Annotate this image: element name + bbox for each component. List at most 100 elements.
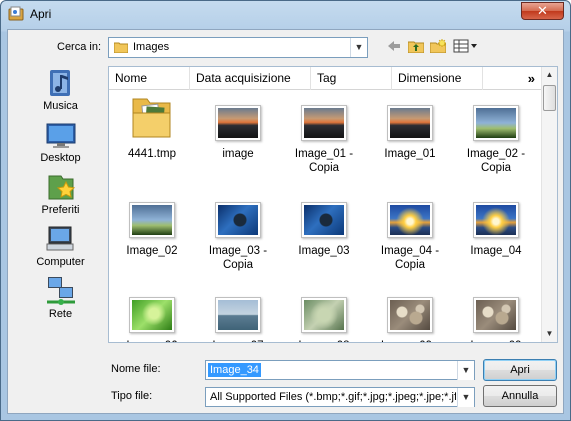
thumbnail xyxy=(215,297,261,333)
file-list[interactable]: Nome Data acquisizione Tag Dimensione » … xyxy=(108,66,558,343)
place-desktop[interactable]: Desktop xyxy=(15,118,106,170)
image-preview xyxy=(390,108,430,138)
file-item[interactable]: Image_03 - Copia xyxy=(195,190,281,290)
image-preview xyxy=(218,205,258,235)
up-folder-icon[interactable] xyxy=(407,39,425,57)
filetype-value: All Supported Files (*.bmp;*.gif;*.jpg;*… xyxy=(210,391,456,403)
file-item[interactable]: Image_04 - Copia xyxy=(367,190,453,290)
image-preview xyxy=(390,300,430,330)
thumbnail xyxy=(129,202,175,238)
desktop-icon xyxy=(46,123,75,148)
column-date[interactable]: Data acquisizione xyxy=(190,67,311,90)
place-label: Preferiti xyxy=(41,204,80,216)
file-item[interactable]: Image_02 - Copia xyxy=(453,93,539,193)
scroll-thumb[interactable] xyxy=(543,85,556,111)
window-title: Apri xyxy=(30,7,52,21)
thumbnail xyxy=(473,202,519,238)
close-button[interactable]: ✕ xyxy=(521,2,564,20)
file-item[interactable]: 4441.tmp xyxy=(109,93,195,193)
image-preview xyxy=(304,108,344,138)
file-item[interactable]: image xyxy=(195,93,281,193)
image-preview xyxy=(132,300,172,330)
place-computer[interactable]: Computer xyxy=(15,222,106,274)
file-item[interactable]: Image_03 xyxy=(281,190,367,290)
view-menu-icon[interactable] xyxy=(453,39,479,57)
thumbnail xyxy=(129,297,175,333)
file-name: Image_02 xyxy=(126,245,178,257)
cancel-button[interactable]: Annulla xyxy=(483,385,557,407)
title-bar[interactable]: Apri ✕ xyxy=(1,1,570,29)
file-item[interactable]: Image_01 xyxy=(367,93,453,193)
file-item[interactable]: Image_04 xyxy=(453,190,539,290)
scroll-down-icon[interactable]: ▼ xyxy=(542,326,557,342)
column-name[interactable]: Nome xyxy=(109,67,190,90)
filename-label: Nome file: xyxy=(111,363,161,375)
thumbnail xyxy=(301,105,347,141)
vertical-scrollbar[interactable]: ▲ ▼ xyxy=(541,67,557,342)
file-name: Image_03 xyxy=(298,245,350,257)
thumbnail xyxy=(473,297,519,333)
file-name: Image_03 - Copia xyxy=(208,245,268,271)
place-rete[interactable]: Rete xyxy=(15,274,106,326)
filetype-dropdown[interactable]: All Supported Files (*.bmp;*.gif;*.jpg;*… xyxy=(205,387,475,407)
filename-value[interactable]: Image_34 xyxy=(208,363,261,377)
file-name: Image_04 - Copia xyxy=(380,245,440,271)
place-musica[interactable]: Musica xyxy=(15,66,106,118)
place-label: Musica xyxy=(43,100,78,112)
column-tag[interactable]: Tag xyxy=(311,67,392,90)
file-item[interactable]: Image_01 - Copia xyxy=(281,93,367,193)
image-preview xyxy=(218,300,258,330)
place-preferiti[interactable]: Preferiti xyxy=(15,170,106,222)
file-name: Image_07 xyxy=(195,339,281,342)
file-name: Image_06 xyxy=(109,339,195,342)
more-columns-icon[interactable]: » xyxy=(528,71,535,86)
file-item[interactable]: Image_07 xyxy=(195,285,281,342)
thumbnail xyxy=(301,202,347,238)
image-preview xyxy=(304,205,344,235)
image-preview xyxy=(476,205,516,235)
file-item[interactable]: Image_02 xyxy=(109,190,195,290)
app-icon xyxy=(8,6,24,22)
dialog-body: Cerca in: Images ▼ Musica Desktop Prefer… xyxy=(7,29,564,414)
thumbnail xyxy=(387,202,433,238)
filename-input[interactable]: Image_34 ▼ xyxy=(205,360,475,380)
place-label: Rete xyxy=(48,308,73,320)
file-name: Image_04 xyxy=(470,245,522,257)
back-icon[interactable] xyxy=(386,39,402,57)
chevron-down-icon[interactable]: ▼ xyxy=(350,38,367,57)
new-folder-icon[interactable] xyxy=(429,38,447,57)
thumbnail xyxy=(301,297,347,333)
file-item[interactable]: Image_06 xyxy=(109,285,195,342)
image-preview xyxy=(476,108,516,138)
chevron-down-icon[interactable]: ▼ xyxy=(457,388,474,407)
lookin-value: Images xyxy=(133,41,170,53)
chevron-down-icon[interactable]: ▼ xyxy=(457,361,474,380)
lookin-label: Cerca in: xyxy=(57,41,102,53)
file-item[interactable]: Image_09 xyxy=(453,285,539,342)
folder-icon xyxy=(132,98,171,138)
image-preview xyxy=(132,205,172,235)
file-name: Image_01 xyxy=(384,148,436,160)
favorites-icon xyxy=(48,175,75,200)
thumbnail xyxy=(215,105,261,141)
file-name: Image_09 - xyxy=(367,339,453,342)
column-size[interactable]: Dimensione xyxy=(392,67,483,90)
music-icon xyxy=(49,70,70,96)
folder-icon xyxy=(113,41,129,54)
file-item[interactable]: Image_09 - xyxy=(367,285,453,342)
column-header: Nome Data acquisizione Tag Dimensione » xyxy=(109,67,543,90)
scroll-up-icon[interactable]: ▲ xyxy=(542,67,557,83)
file-item[interactable]: Image_08 xyxy=(281,285,367,342)
file-name: image xyxy=(222,148,254,160)
computer-icon xyxy=(46,226,73,251)
open-button[interactable]: Apri xyxy=(483,359,557,381)
lookin-dropdown[interactable]: Images ▼ xyxy=(108,37,368,58)
thumbnail xyxy=(387,297,433,333)
thumbnail xyxy=(473,105,519,141)
thumbnail xyxy=(215,202,261,238)
network-icon xyxy=(46,277,75,305)
file-name: Image_08 xyxy=(281,339,367,342)
thumbnail xyxy=(387,105,433,141)
filetype-label: Tipo file: xyxy=(111,390,153,402)
image-preview xyxy=(476,300,516,330)
